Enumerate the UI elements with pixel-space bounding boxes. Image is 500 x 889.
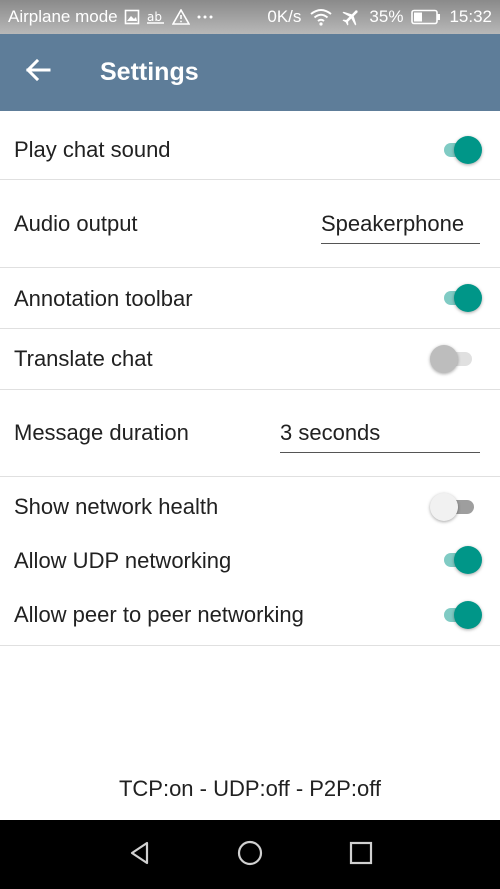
nav-home-button[interactable] bbox=[232, 837, 268, 873]
show-network-health-toggle[interactable] bbox=[430, 493, 476, 521]
setting-annotation-toolbar[interactable]: Annotation toolbar bbox=[0, 268, 500, 328]
back-button[interactable] bbox=[18, 52, 58, 92]
annotation-toolbar-toggle[interactable] bbox=[436, 284, 482, 312]
setting-translate-chat[interactable]: Translate chat bbox=[0, 329, 500, 389]
divider bbox=[0, 645, 500, 646]
translate-chat-toggle[interactable] bbox=[430, 345, 476, 373]
setting-show-network-health[interactable]: Show network health bbox=[0, 477, 500, 531]
battery-icon bbox=[411, 9, 441, 25]
toggle-thumb bbox=[454, 284, 482, 312]
message-duration-select[interactable]: 3 seconds bbox=[280, 420, 480, 453]
play-chat-sound-toggle[interactable] bbox=[436, 136, 482, 164]
airplane-mode-label: Airplane mode bbox=[8, 7, 118, 26]
system-nav-bar bbox=[0, 820, 500, 889]
toggle-thumb bbox=[430, 345, 458, 373]
setting-label: Allow UDP networking bbox=[14, 548, 232, 573]
setting-label: Translate chat bbox=[14, 346, 153, 371]
setting-label: Annotation toolbar bbox=[14, 286, 193, 311]
status-bar-left: Airplane mode ab bbox=[8, 0, 214, 34]
setting-allow-p2p[interactable]: Allow peer to peer networking bbox=[0, 585, 500, 645]
allow-udp-toggle[interactable] bbox=[436, 546, 482, 574]
setting-label: Allow peer to peer networking bbox=[14, 602, 304, 627]
clock: 15:32 bbox=[449, 7, 492, 26]
recents-square-icon bbox=[348, 840, 374, 871]
toggle-thumb bbox=[430, 493, 458, 521]
battery-percent: 35% bbox=[369, 7, 404, 26]
connection-status-text: TCP:on - UDP:off - P2P:off bbox=[118, 776, 382, 801]
warning-icon bbox=[171, 9, 190, 25]
setting-play-chat-sound[interactable]: Play chat sound bbox=[0, 111, 500, 180]
setting-label: Message duration bbox=[14, 420, 189, 445]
allow-p2p-toggle[interactable] bbox=[436, 601, 482, 629]
more-dots-icon bbox=[196, 14, 214, 20]
svg-text:ab: ab bbox=[147, 10, 162, 24]
page-title: Settings bbox=[100, 58, 199, 86]
home-circle-icon bbox=[236, 839, 264, 872]
network-speed: 0K/s bbox=[267, 7, 302, 26]
status-bar: Airplane mode ab 0K/s 35% 15:32 bbox=[0, 0, 500, 34]
nav-recents-button[interactable] bbox=[343, 837, 379, 873]
setting-label: Audio output bbox=[14, 211, 138, 236]
nav-back-button[interactable] bbox=[122, 837, 158, 873]
status-bar-right: 0K/s 35% 15:32 bbox=[267, 0, 492, 34]
arrow-left-icon bbox=[25, 58, 51, 87]
toggle-thumb bbox=[454, 601, 482, 629]
toggle-thumb bbox=[454, 546, 482, 574]
app-bar: Settings bbox=[0, 34, 500, 111]
audio-output-select[interactable]: Speakerphone bbox=[321, 211, 480, 244]
ab-icon: ab bbox=[146, 9, 166, 25]
setting-audio-output[interactable]: Audio output Speakerphone bbox=[0, 180, 500, 267]
wifi-icon bbox=[309, 8, 333, 26]
back-triangle-icon bbox=[127, 840, 153, 871]
airplane-icon bbox=[341, 7, 361, 27]
toggle-thumb bbox=[454, 136, 482, 164]
image-icon bbox=[124, 9, 140, 25]
setting-message-duration[interactable]: Message duration 3 seconds bbox=[0, 390, 500, 476]
setting-allow-udp[interactable]: Allow UDP networking bbox=[0, 531, 500, 585]
setting-label: Show network health bbox=[14, 494, 219, 519]
setting-label: Play chat sound bbox=[14, 137, 171, 162]
